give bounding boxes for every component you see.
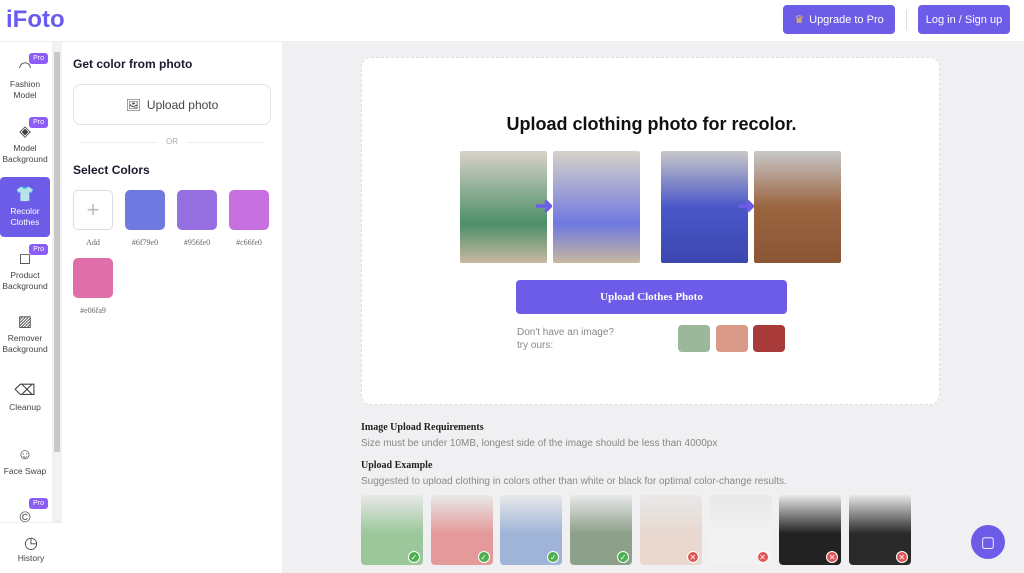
login-button[interactable]: Log in / Sign up	[918, 5, 1010, 34]
example-title: Upload Example	[361, 460, 433, 471]
cross-icon: ✕	[895, 551, 908, 563]
sidebar-nav: ◠ Fashion Model Pro ◈ Model Background Pro 👕 Re…	[0, 42, 52, 573]
arrow-icon: ➜	[535, 193, 554, 218]
try-ours-text: Don't have an image? try ours:	[517, 327, 614, 351]
pro-badge: Pro	[29, 116, 48, 128]
color-hex-label: #e06fa9	[80, 306, 106, 315]
example-text: Suggested to upload clothing in colors o…	[361, 476, 787, 487]
cross-icon: ✕	[826, 551, 839, 563]
example-image: ✓	[570, 495, 633, 565]
color-hex-label: #c66fe0	[236, 238, 262, 247]
color-hex-label: #6f79e0	[131, 238, 159, 247]
upload-clothes-button[interactable]: Upload Clothes Photo	[516, 280, 787, 314]
before-photo-green	[460, 151, 547, 263]
upload-title: Upload clothing photo for recolor.	[506, 114, 797, 134]
history-button[interactable]: ◷ History	[0, 522, 62, 573]
or-divider: OR	[80, 137, 264, 146]
example-image: ✕	[639, 495, 702, 565]
requirements-title: Image Upload Requirements	[361, 422, 484, 433]
add-label: Add	[86, 238, 100, 247]
example-image: ✓	[430, 495, 493, 565]
sidebar-item-remover-background[interactable]: ▨ Remover Background	[0, 304, 50, 364]
face-swap-icon: ☺	[17, 445, 33, 463]
upgrade-button[interactable]: ♛ Upgrade to Pro	[783, 5, 895, 34]
check-icon: ✓	[408, 551, 420, 563]
check-icon: ✓	[617, 551, 630, 563]
pro-badge: Pro	[29, 53, 48, 64]
logo[interactable]: iFoto	[6, 6, 65, 34]
color-swatch[interactable]	[177, 190, 217, 230]
divider	[906, 10, 907, 30]
panel-title: Get color from photo	[73, 57, 193, 71]
example-image: ✓	[361, 495, 423, 565]
clock-icon: ◷	[24, 535, 38, 552]
arrow-icon: ➜	[737, 193, 756, 218]
eraser-icon: ⌫	[14, 382, 36, 399]
cross-icon: ✕	[756, 551, 769, 563]
upload-photo-button[interactable]: 🖼 Upload photo	[73, 84, 271, 125]
upload-card[interactable]: Upload clothing photo for recolor. ➜ ➜ U…	[361, 57, 940, 405]
sidebar-item-recolor-clothes[interactable]: 👕 Recolor Clothes	[0, 177, 50, 237]
requirements-text: Size must be under 10MB, longest side of…	[361, 438, 718, 449]
chat-icon: ▢	[980, 534, 996, 551]
add-color-button[interactable]: +	[73, 190, 113, 230]
sidebar-scrollbar[interactable]	[52, 42, 62, 520]
stripes-icon: ▨	[17, 313, 33, 330]
after-photo-coat	[754, 151, 841, 263]
sample-image[interactable]	[678, 325, 710, 352]
header: iFoto ♛ Upgrade to Pro Log in / Sign up	[0, 0, 1024, 42]
before-photo-coat	[661, 151, 748, 263]
after-photo-blue	[553, 151, 640, 263]
sidebar-item-fashion-model[interactable]: ◠ Fashion Model Pro	[0, 50, 50, 110]
crown-icon: ♛	[794, 14, 805, 26]
pro-badge: Pro	[29, 497, 48, 509]
color-swatch[interactable]	[125, 190, 165, 230]
color-panel: Get color from photo 🖼 Upload photo OR Se…	[62, 42, 282, 573]
sidebar-item-face-swap[interactable]: ☺ Face Swap	[0, 431, 50, 491]
check-icon: ✓	[477, 551, 490, 563]
shirt-icon: 👕	[15, 186, 35, 203]
color-swatch[interactable]	[73, 258, 113, 298]
example-image: ✕	[779, 495, 842, 565]
scrollbar-thumb[interactable]	[54, 52, 60, 452]
sample-image[interactable]	[753, 325, 785, 352]
color-swatch[interactable]	[229, 190, 269, 230]
cross-icon: ✕	[686, 551, 699, 563]
sidebar-item-product-background[interactable]: ◻ Product Background Pro	[0, 241, 50, 301]
example-image: ✕	[709, 495, 772, 565]
chat-button[interactable]: ▢	[971, 525, 1005, 559]
image-upload-icon: 🖼	[125, 97, 141, 112]
color-hex-label: #956fe0	[183, 238, 211, 247]
example-image: ✕	[848, 495, 911, 565]
select-colors-title: Select Colors	[73, 163, 150, 177]
sidebar-item-model-background[interactable]: ◈ Model Background Pro	[0, 114, 50, 174]
example-image: ✓	[500, 495, 563, 565]
check-icon: ✓	[547, 551, 560, 563]
sidebar-item-cleanup[interactable]: ⌫ Cleanup	[0, 368, 50, 428]
sample-image[interactable]	[716, 325, 748, 352]
pro-badge: Pro	[29, 243, 48, 255]
